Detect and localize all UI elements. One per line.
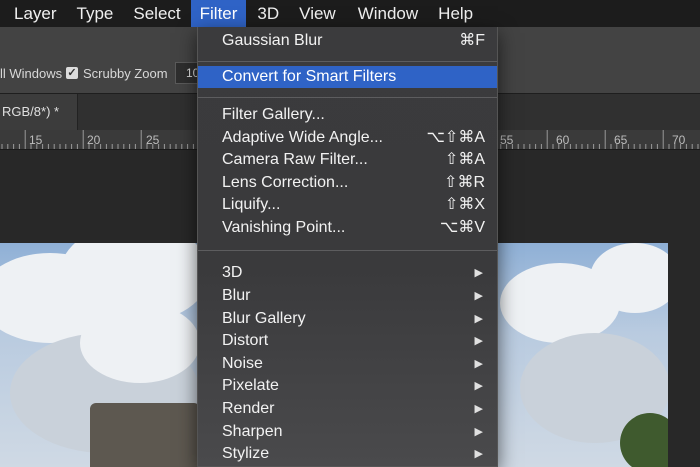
menu-bar: Layer Type Select Filter 3D View Window … [0,0,700,27]
menu-item-label: Pixelate [222,377,279,394]
menu-item-label: 3D [222,264,243,281]
menu-item-liquify[interactable]: Liquify... ⇧⌘X [198,194,497,216]
menu-item-blur[interactable]: Blur ▶ [198,285,497,307]
shortcut-label: ⌥⌘V [439,219,485,236]
menu-help[interactable]: Help [428,0,483,27]
document-tab[interactable]: RGB/8*) * [0,94,78,130]
menu-item-camera-raw-filter[interactable]: Camera Raw Filter... ⇧⌘A [198,149,497,171]
shortcut-label: ⇧⌘X [444,196,485,213]
ruler-label: 60 [556,133,570,147]
menu-filter[interactable]: Filter [190,0,247,27]
menu-view[interactable]: View [289,0,346,27]
ruler-label: 65 [614,133,628,147]
menu-item-vanishing-point[interactable]: Vanishing Point... ⌥⌘V [198,217,497,239]
menu-item-3d[interactable]: 3D ▶ [198,262,497,284]
shortcut-label: ⌥⇧⌘A [426,129,485,146]
menu-window[interactable]: Window [346,0,428,27]
filter-menu-dropdown: Gaussian Blur ⌘F Convert for Smart Filte… [197,27,498,467]
menu-item-render[interactable]: Render ▶ [198,398,497,420]
menu-item-label: Vanishing Point... [222,219,346,236]
menu-item-label: Adaptive Wide Angle... [222,129,383,146]
menu-item-filter-gallery[interactable]: Filter Gallery... [198,104,497,126]
ruler-label: 15 [29,133,43,147]
submenu-arrow-icon: ▶ [474,290,483,302]
shortcut-label: ⌘F [459,32,485,49]
submenu-arrow-icon: ▶ [474,335,483,347]
menu-3d[interactable]: 3D [246,0,289,27]
menu-item-pixelate[interactable]: Pixelate ▶ [198,375,497,397]
menu-item-convert-smart-filters[interactable]: Convert for Smart Filters [198,66,497,88]
menu-item-distort[interactable]: Distort ▶ [198,330,497,352]
shortcut-label: ⇧⌘R [444,174,485,191]
menu-item-label: Sharpen [222,423,283,440]
menu-item-lens-correction[interactable]: Lens Correction... ⇧⌘R [198,172,497,194]
submenu-arrow-icon: ▶ [474,426,483,438]
menu-item-stylize[interactable]: Stylize ▶ [198,443,497,465]
menu-item-adaptive-wide-angle[interactable]: Adaptive Wide Angle... ⌥⇧⌘A [198,127,497,149]
menu-separator [198,61,497,62]
menu-separator [198,97,497,98]
submenu-arrow-icon: ▶ [474,380,483,392]
menu-item-label: Stylize [222,445,270,462]
scrubby-zoom-checkbox[interactable]: ✓ [66,67,78,79]
all-windows-label[interactable]: ll Windows [0,66,62,81]
submenu-arrow-icon: ▶ [474,448,483,460]
menu-item-gaussian-blur[interactable]: Gaussian Blur ⌘F [198,30,497,52]
menu-item-label: Convert for Smart Filters [222,68,397,85]
shortcut-label: ⇧⌘A [444,151,485,168]
menu-item-sharpen[interactable]: Sharpen ▶ [198,421,497,443]
menu-item-label: Lens Correction... [222,174,349,191]
menu-item-blur-gallery[interactable]: Blur Gallery ▶ [198,308,497,330]
menu-item-label: Noise [222,355,263,372]
submenu-arrow-icon: ▶ [474,267,483,279]
menu-item-label: Blur [222,287,251,304]
menu-item-label: Camera Raw Filter... [222,151,368,168]
ruler-label: 70 [672,133,686,147]
menu-type[interactable]: Type [67,0,124,27]
scrubby-zoom-label[interactable]: Scrubby Zoom [83,66,168,81]
menu-separator [198,250,497,251]
submenu-arrow-icon: ▶ [474,403,483,415]
ruin-shape [90,403,200,467]
ruler-label: 20 [87,133,101,147]
menu-item-noise[interactable]: Noise ▶ [198,353,497,375]
menu-item-label: Distort [222,332,269,349]
menu-item-label: Render [222,400,275,417]
menu-item-label: Filter Gallery... [222,106,325,123]
menu-item-label: Liquify... [222,196,281,213]
menu-layer[interactable]: Layer [0,0,67,27]
cloud-shape [80,303,200,383]
submenu-arrow-icon: ▶ [474,313,483,325]
ruler-label: 55 [500,133,514,147]
menu-item-label: Blur Gallery [222,310,306,327]
ruler-label: 25 [146,133,160,147]
menu-item-label: Gaussian Blur [222,32,323,49]
submenu-arrow-icon: ▶ [474,358,483,370]
menu-select[interactable]: Select [123,0,190,27]
